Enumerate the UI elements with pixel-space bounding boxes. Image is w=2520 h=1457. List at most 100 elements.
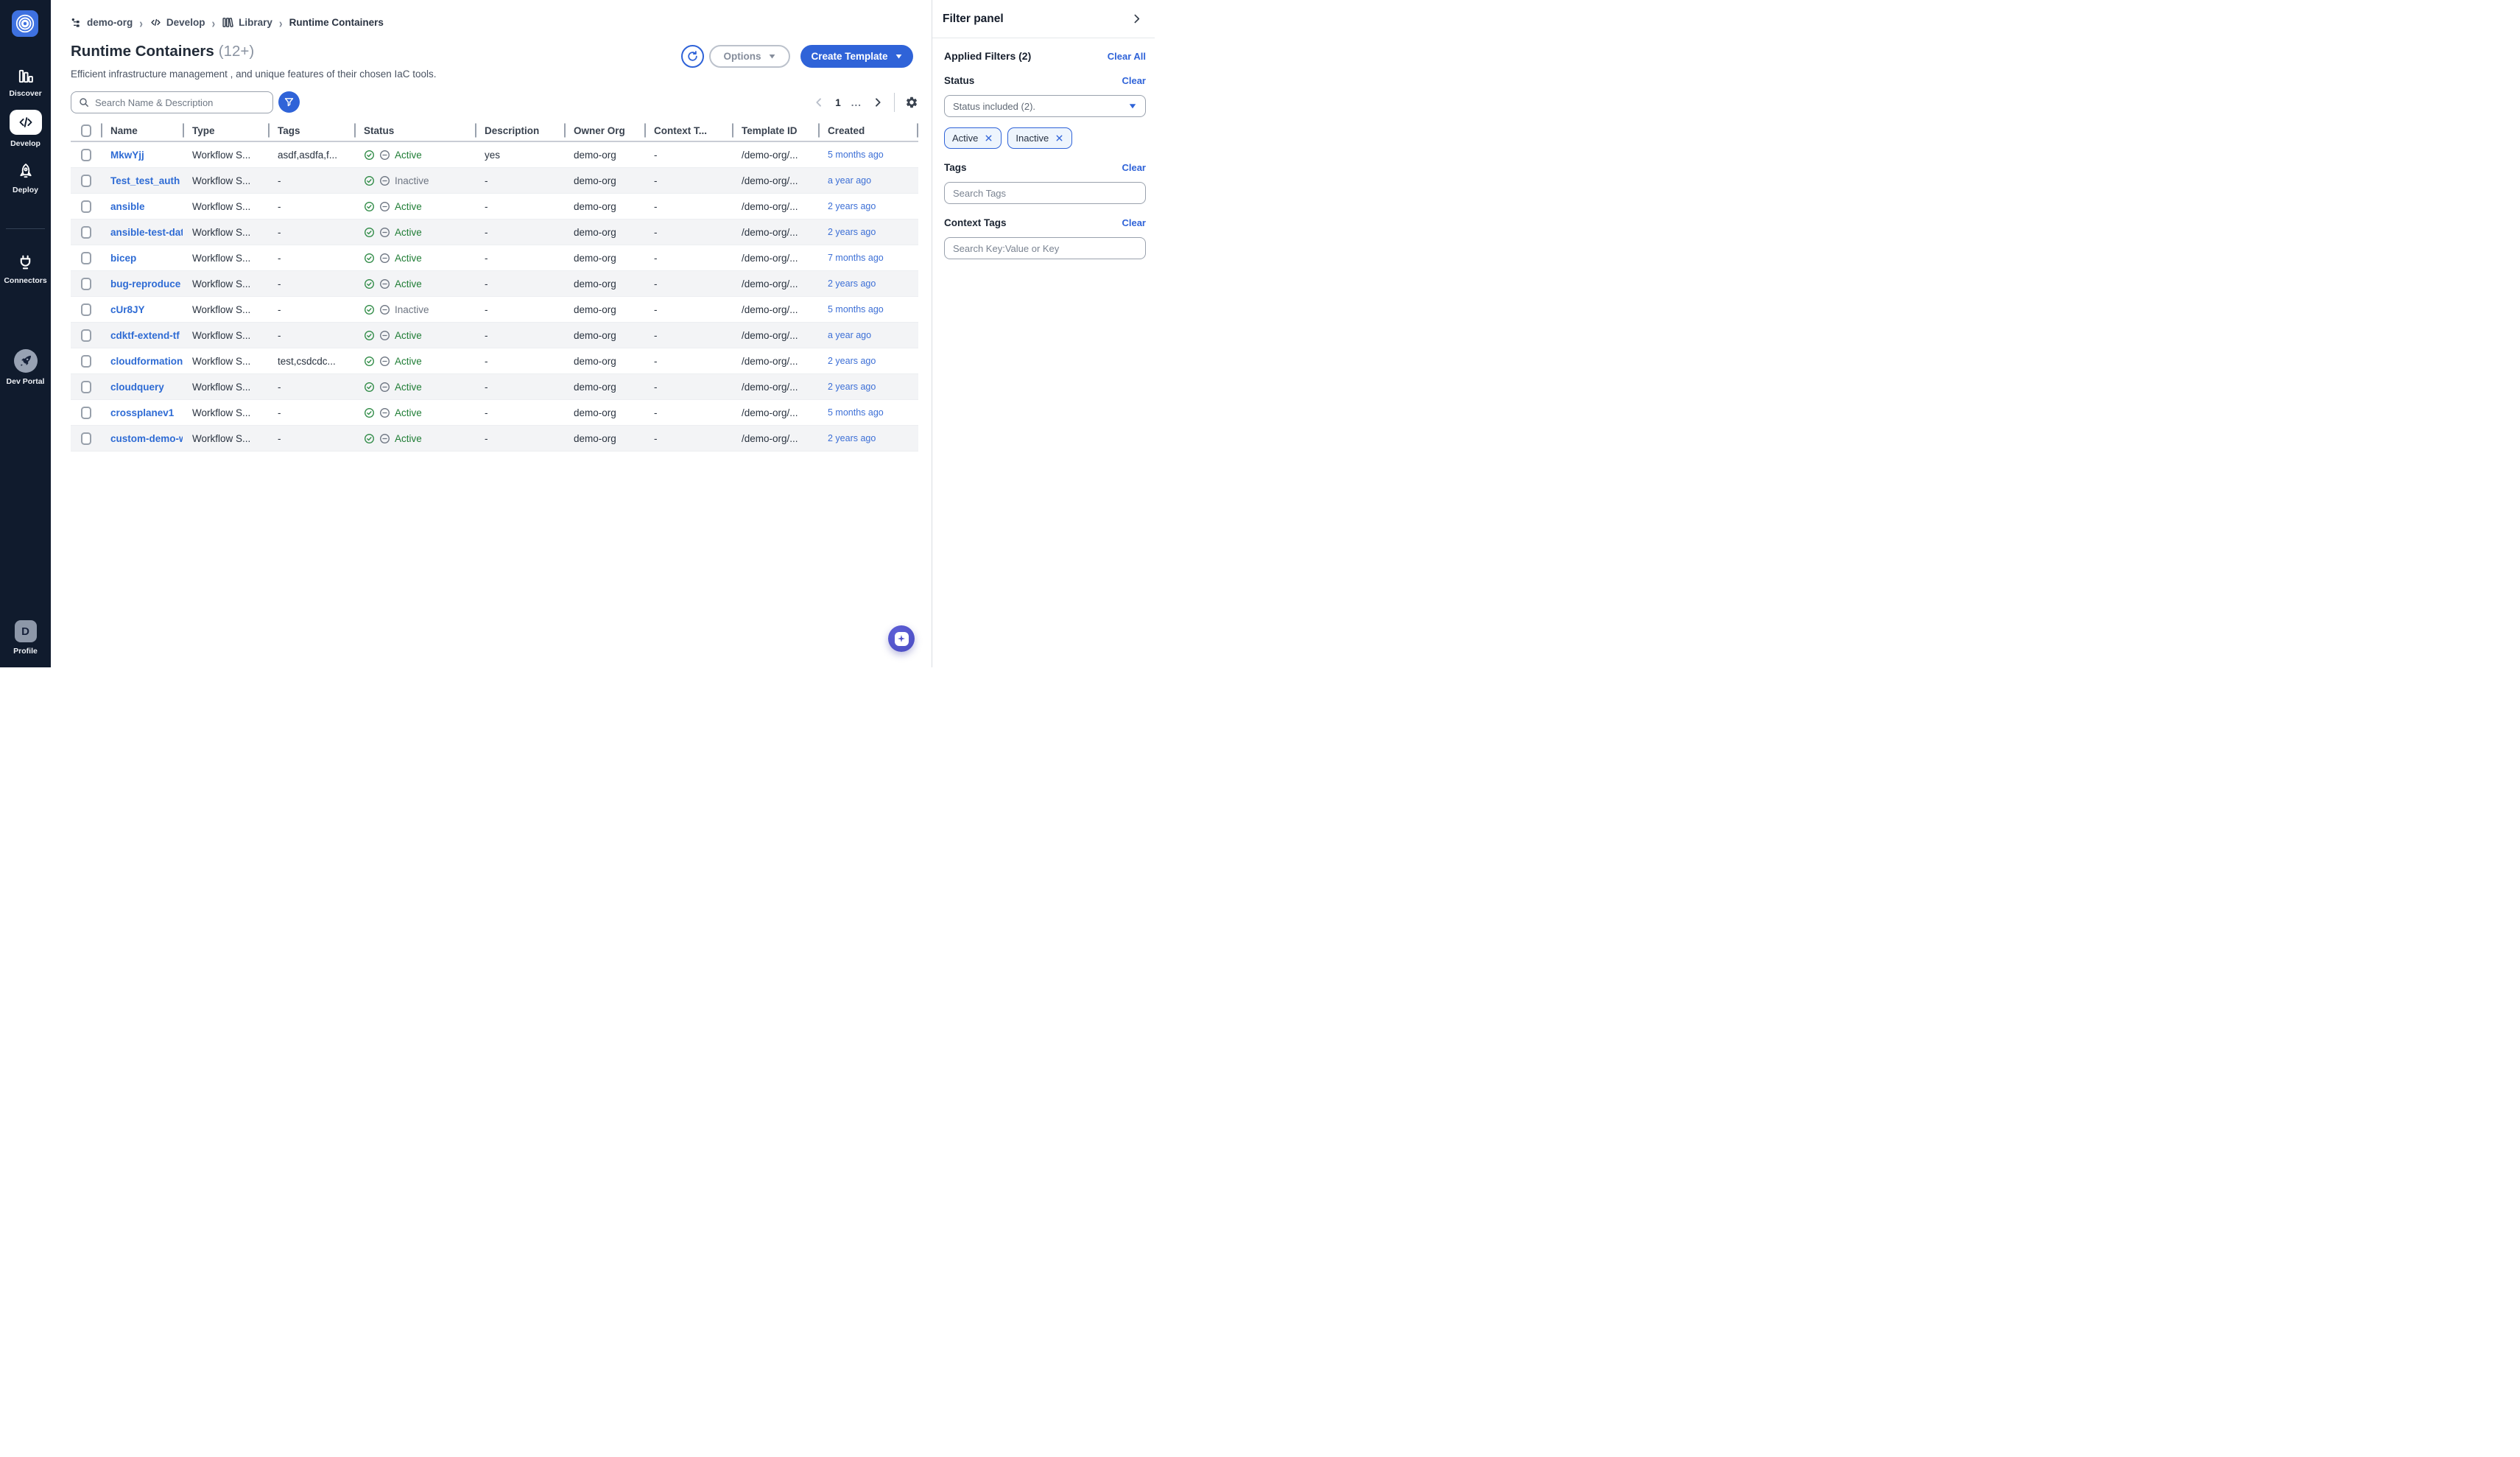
breadcrumb-separator: › bbox=[139, 15, 143, 30]
cell-created-link[interactable]: 5 months ago bbox=[818, 150, 918, 160]
next-page-button[interactable] bbox=[872, 96, 884, 108]
breadcrumb-item-org[interactable]: demo-org bbox=[71, 17, 133, 29]
column-header-status[interactable]: Status bbox=[354, 120, 475, 141]
status-clear-link[interactable]: Clear bbox=[1122, 75, 1146, 86]
cell-template-id: /demo-org/... bbox=[732, 382, 818, 393]
row-checkbox[interactable] bbox=[81, 407, 91, 419]
search-input[interactable] bbox=[95, 97, 266, 108]
column-header-created[interactable]: Created bbox=[818, 120, 918, 141]
minus-circle-icon bbox=[379, 433, 390, 444]
select-all-checkbox[interactable] bbox=[81, 124, 91, 137]
column-header-owner-org[interactable]: Owner Org bbox=[564, 120, 644, 141]
cell-created-link[interactable]: 5 months ago bbox=[818, 304, 918, 315]
sidebar-item-profile[interactable]: D Profile bbox=[0, 620, 51, 656]
cell-name-link[interactable]: cloudformation bbox=[101, 356, 183, 367]
close-icon[interactable] bbox=[1055, 133, 1064, 143]
filter-button[interactable] bbox=[278, 91, 300, 113]
app-logo[interactable] bbox=[12, 10, 38, 37]
cell-created-link[interactable]: 2 years ago bbox=[818, 278, 918, 289]
row-checkbox[interactable] bbox=[81, 252, 91, 264]
column-header-template-id[interactable]: Template ID bbox=[732, 120, 818, 141]
create-template-button[interactable]: Create Template bbox=[800, 45, 913, 68]
close-icon[interactable] bbox=[984, 133, 993, 143]
gear-icon[interactable] bbox=[905, 96, 918, 109]
page-subtitle: Efficient infrastructure management , an… bbox=[71, 69, 437, 80]
sidebar-item-discover[interactable]: Discover bbox=[0, 68, 51, 98]
tags-search-input[interactable] bbox=[944, 182, 1146, 204]
breadcrumb-item-develop[interactable]: Develop bbox=[149, 16, 205, 29]
row-checkbox[interactable] bbox=[81, 432, 91, 445]
sidebar-item-dev-portal[interactable]: Dev Portal bbox=[0, 349, 51, 386]
tags-section-label: Tags bbox=[944, 162, 967, 173]
column-header-tags[interactable]: Tags bbox=[268, 120, 354, 141]
row-checkbox[interactable] bbox=[81, 278, 91, 290]
cell-name-link[interactable]: crossplanev1 bbox=[101, 407, 183, 418]
chip-active[interactable]: Active bbox=[944, 127, 1002, 149]
collapse-panel-button[interactable] bbox=[1130, 13, 1143, 25]
cell-status: Active bbox=[354, 330, 475, 341]
sidebar-item-develop[interactable]: Develop bbox=[0, 110, 51, 148]
cell-created-link[interactable]: 2 years ago bbox=[818, 356, 918, 366]
cell-name-link[interactable]: custom-demo-w bbox=[101, 433, 183, 444]
row-checkbox[interactable] bbox=[81, 303, 91, 316]
cell-created-link[interactable]: 2 years ago bbox=[818, 201, 918, 211]
row-checkbox[interactable] bbox=[81, 175, 91, 187]
cell-name-link[interactable]: ansible-test-dat bbox=[101, 227, 183, 238]
ai-assistant-fab[interactable] bbox=[888, 625, 915, 652]
cell-description: - bbox=[475, 433, 564, 444]
column-header-description[interactable]: Description bbox=[475, 120, 564, 141]
filter-panel-body: Applied Filters (2) Clear All Status Cle… bbox=[932, 38, 1155, 259]
column-header-context-tags[interactable]: Context T... bbox=[644, 120, 732, 141]
check-circle-icon bbox=[364, 382, 375, 393]
cell-created-link[interactable]: 2 years ago bbox=[818, 382, 918, 392]
cell-context-tags: - bbox=[644, 227, 732, 238]
row-checkbox[interactable] bbox=[81, 355, 91, 368]
cell-name-link[interactable]: cdktf-extend-tf bbox=[101, 330, 183, 341]
cell-status: Active bbox=[354, 201, 475, 212]
sidebar-item-deploy[interactable]: Deploy bbox=[0, 162, 51, 194]
cell-name-link[interactable]: bug-reproduce bbox=[101, 278, 183, 289]
status-label: Active bbox=[395, 201, 422, 212]
cell-name-link[interactable]: Test_test_auth bbox=[101, 175, 183, 186]
cell-created-link[interactable]: 7 months ago bbox=[818, 253, 918, 263]
sparkle-icon bbox=[895, 632, 909, 646]
breadcrumb-item-library[interactable]: Library bbox=[222, 16, 272, 29]
filter-panel-title: Filter panel bbox=[943, 13, 1004, 26]
column-header-type[interactable]: Type bbox=[183, 120, 268, 141]
row-checkbox[interactable] bbox=[81, 149, 91, 161]
check-circle-icon bbox=[364, 278, 375, 289]
cell-name-link[interactable]: cloudquery bbox=[101, 382, 183, 393]
options-button[interactable]: Options bbox=[709, 45, 790, 68]
cell-template-id: /demo-org/... bbox=[732, 201, 818, 212]
tags-clear-link[interactable]: Clear bbox=[1122, 162, 1146, 173]
cell-name-link[interactable]: bicep bbox=[101, 253, 183, 264]
column-header-name[interactable]: Name bbox=[101, 120, 183, 141]
refresh-button[interactable] bbox=[681, 45, 704, 68]
cell-description: - bbox=[475, 253, 564, 264]
cell-created-link[interactable]: a year ago bbox=[818, 330, 918, 340]
prev-page-button[interactable] bbox=[813, 96, 825, 108]
sidebar-item-connectors[interactable]: Connectors bbox=[0, 253, 51, 285]
cell-name-link[interactable]: MkwYjj bbox=[101, 150, 183, 161]
search-icon bbox=[78, 96, 90, 108]
cell-created-link[interactable]: 5 months ago bbox=[818, 407, 918, 418]
cell-created-link[interactable]: a year ago bbox=[818, 175, 918, 186]
cell-created-link[interactable]: 2 years ago bbox=[818, 227, 918, 237]
context-tags-search-input[interactable] bbox=[944, 237, 1146, 259]
cell-name-link[interactable]: ansible bbox=[101, 201, 183, 212]
row-checkbox[interactable] bbox=[81, 329, 91, 342]
row-checkbox[interactable] bbox=[81, 381, 91, 393]
cell-context-tags: - bbox=[644, 304, 732, 315]
row-checkbox[interactable] bbox=[81, 200, 91, 213]
code-icon bbox=[18, 114, 34, 130]
chip-inactive[interactable]: Inactive bbox=[1007, 127, 1072, 149]
status-dropdown[interactable]: Status included (2). bbox=[944, 95, 1146, 117]
filter-panel: Filter panel Applied Filters (2) Clear A… bbox=[932, 0, 1155, 667]
clear-all-link[interactable]: Clear All bbox=[1108, 51, 1146, 62]
row-checkbox[interactable] bbox=[81, 226, 91, 239]
current-page[interactable]: 1 bbox=[835, 97, 841, 108]
cell-created-link[interactable]: 2 years ago bbox=[818, 433, 918, 443]
context-tags-clear-link[interactable]: Clear bbox=[1122, 217, 1146, 228]
cell-name-link[interactable]: cUr8JY bbox=[101, 304, 183, 315]
applied-filters-row: Applied Filters (2) Clear All bbox=[944, 50, 1146, 62]
